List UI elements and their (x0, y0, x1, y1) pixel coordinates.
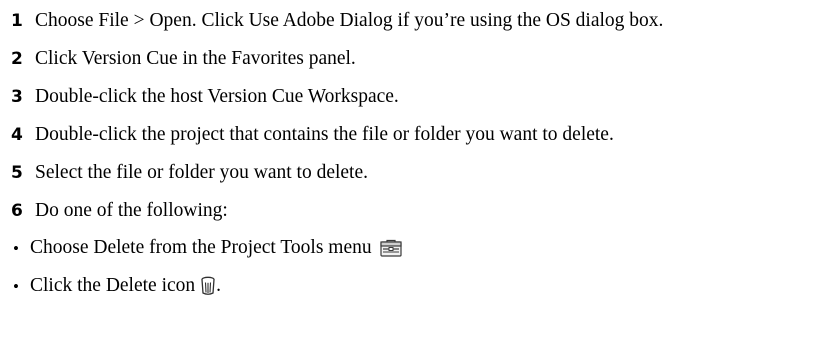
bullet-marker: • (13, 238, 19, 258)
step-5: 5 Select the file or folder you want to … (11, 158, 368, 188)
step-6: 6 Do one of the following: (11, 196, 228, 226)
bullet-marker: • (13, 276, 19, 296)
step-number: 2 (11, 48, 23, 69)
bullet-text: Choose Delete from the Project Tools men… (30, 237, 372, 259)
trash-can-icon (200, 276, 216, 296)
step-text: Click Version Cue in the Favorites panel… (35, 48, 356, 70)
step-text: Double-click the host Version Cue Worksp… (35, 86, 399, 108)
project-tools-menu-icon (380, 239, 402, 257)
step-text: Select the file or folder you want to de… (35, 162, 369, 184)
bullet-text: Click the Delete icon (30, 275, 196, 297)
step-text: Do one of the following: (35, 200, 228, 222)
sentence-period: . (216, 275, 222, 297)
step-number: 5 (11, 162, 23, 183)
step-text: Double-click the project that contains t… (35, 124, 614, 146)
step-2: 2 Click Version Cue in the Favorites pan… (11, 44, 356, 74)
step-number: 3 (11, 86, 23, 107)
bullet-item-delete-icon: • Click the Delete icon . (11, 271, 221, 301)
step-4: 4 Double-click the project that contains… (11, 120, 614, 150)
step-number: 4 (11, 124, 23, 145)
step-number: 6 (11, 200, 23, 221)
step-1: 1 Choose File > Open. Click Use Adobe Di… (11, 6, 663, 36)
step-text: Choose File > Open. Click Use Adobe Dial… (35, 10, 664, 32)
step-3: 3 Double-click the host Version Cue Work… (11, 82, 399, 112)
step-number: 1 (11, 10, 23, 31)
bullet-item-project-tools: • Choose Delete from the Project Tools m… (11, 233, 402, 263)
